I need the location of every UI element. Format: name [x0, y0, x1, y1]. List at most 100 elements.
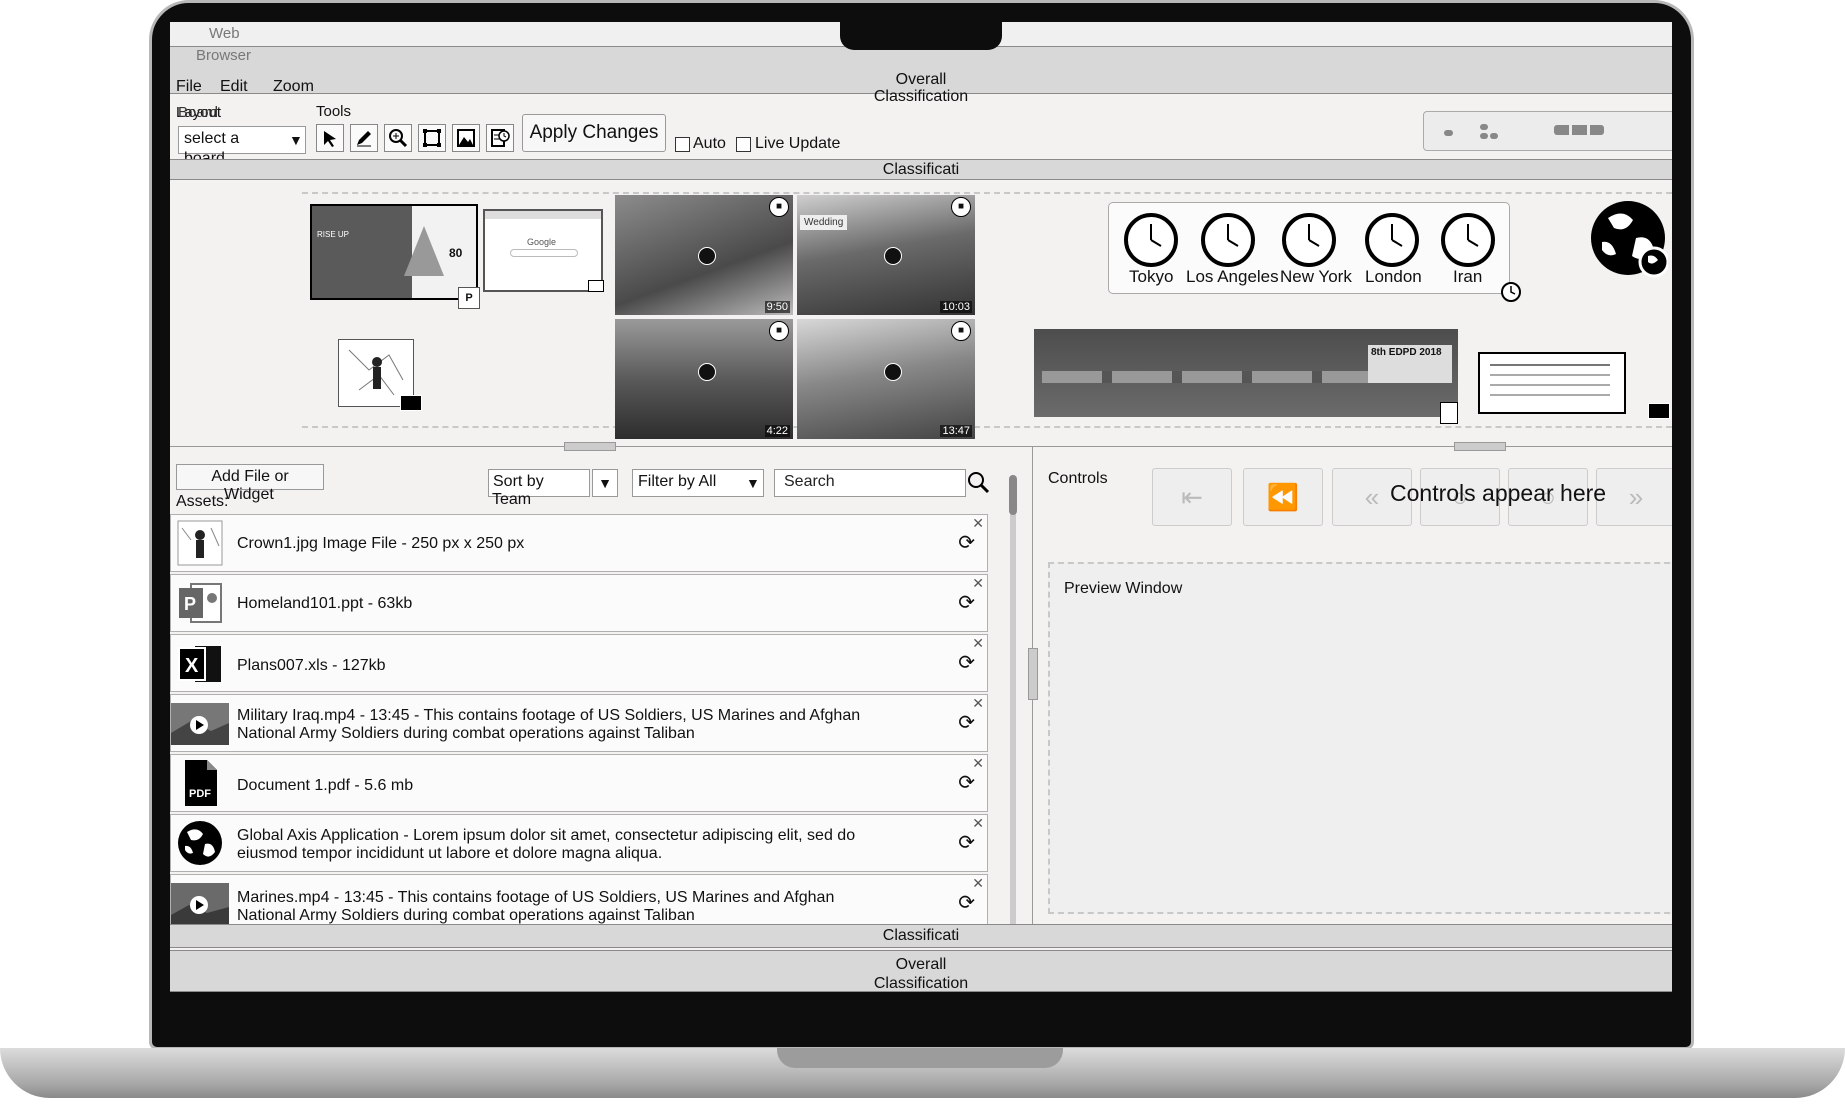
preview-window-label: Preview Window: [1064, 580, 1183, 597]
list-item-text: Crown1.jpg Image File - 250 px x 250 px: [237, 535, 525, 552]
timeline-title: 8th EDPD 2018: [1368, 345, 1452, 383]
asset-list-scrollbar[interactable]: [1008, 470, 1018, 946]
laptop-groove: [777, 1048, 1063, 1068]
close-icon[interactable]: ✕: [972, 635, 984, 652]
list-item-text: Document 1.pdf - 5.6 mb: [237, 777, 414, 794]
top-classification-banner: Overall Classification: [170, 46, 1672, 105]
crop-tool-icon[interactable]: [418, 124, 446, 152]
sort-select-value-line2: Team: [492, 491, 532, 508]
list-item[interactable]: Crown1.jpg Image File - 250 px x 250 px …: [170, 514, 988, 572]
filter-select[interactable]: Filter by All ▼: [632, 469, 764, 497]
live-update-checkbox[interactable]: [736, 137, 751, 152]
thumb-value: 80: [449, 246, 463, 260]
image-tool-icon[interactable]: [452, 124, 480, 152]
classification-top-line2: Classification: [873, 88, 969, 105]
tools-label: Tools: [316, 103, 352, 120]
browser-thumb-text: Google: [527, 237, 557, 247]
close-icon[interactable]: ✕: [972, 755, 984, 772]
vertical-splitter-handle[interactable]: [1028, 648, 1038, 700]
asset-list[interactable]: Crown1.jpg Image File - 250 px x 250 px …: [170, 514, 992, 946]
timeline-slide-thumb[interactable]: 8th EDPD 2018: [1034, 329, 1458, 417]
clock-label-tokyo: Tokyo: [1129, 267, 1174, 286]
close-icon[interactable]: ✕: [972, 515, 984, 532]
search-input[interactable]: Search: [774, 469, 966, 497]
video-thumb-3[interactable]: ■ 4:22: [615, 319, 793, 439]
classification-top-line1: Overall: [895, 71, 947, 88]
auto-checkbox[interactable]: [675, 137, 690, 152]
pen-tool-icon[interactable]: [350, 124, 378, 152]
close-icon[interactable]: ✕: [972, 875, 984, 892]
close-icon[interactable]: ✕: [972, 815, 984, 832]
pointer-tool-icon[interactable]: [316, 124, 344, 152]
powerpoint-badge-icon: P: [458, 287, 480, 309]
video-thumb-1[interactable]: ■ 9:50: [615, 195, 793, 315]
next-button[interactable]: »: [1596, 468, 1672, 526]
schedule-tool-icon[interactable]: [486, 124, 514, 152]
menu-edit[interactable]: Edit: [220, 78, 248, 96]
document-badge-icon: [1440, 402, 1458, 424]
thumb-title: RISE UP: [317, 230, 350, 239]
refresh-icon[interactable]: ⟳: [958, 590, 975, 615]
clock-label-los-angeles: Los Angeles: [1186, 267, 1279, 286]
board-label: Board: [178, 104, 219, 121]
sort-dropdown-arrow-icon[interactable]: ▼: [592, 469, 618, 497]
scrollbar-thumb[interactable]: [1009, 475, 1017, 515]
video-thumb-4[interactable]: ■ 13:47: [797, 319, 975, 439]
dropdown-arrow-icon: ▼: [289, 132, 303, 148]
list-item[interactable]: Military Iraq.mp4 - 13:45 - This contain…: [170, 694, 988, 752]
splitter-handle-left[interactable]: [564, 442, 616, 451]
skip-to-start-button[interactable]: ⇤: [1152, 468, 1232, 526]
rewind-button[interactable]: ⏪: [1243, 468, 1323, 526]
browser-thumb[interactable]: Google: [483, 209, 603, 292]
play-icon[interactable]: [884, 363, 902, 381]
list-item-text: Military Iraq.mp4 - 13:45 - This contain…: [237, 707, 861, 724]
camera-icon: ■: [769, 321, 789, 341]
refresh-icon[interactable]: ⟳: [958, 650, 975, 675]
clock-label-new-york: New York: [1280, 267, 1352, 286]
live-update-label: Live Update: [755, 135, 841, 152]
clock-tokyo-icon: [1124, 213, 1178, 267]
layout-row-icon[interactable]: [1554, 125, 1604, 135]
refresh-icon[interactable]: ⟳: [958, 770, 975, 795]
layout-3-icon[interactable]: [1480, 124, 1488, 130]
image-badge-icon: [1648, 403, 1670, 419]
close-icon[interactable]: ✕: [972, 695, 984, 712]
menu-file[interactable]: File: [176, 78, 202, 96]
svg-text:X: X: [185, 655, 199, 677]
list-item[interactable]: PDF Document 1.pdf - 5.6 mb ⟳ ✕: [170, 754, 988, 812]
presentation-thumb[interactable]: RISE UP 80: [310, 204, 478, 300]
refresh-icon[interactable]: ⟳: [958, 710, 975, 735]
refresh-icon[interactable]: ⟳: [958, 530, 975, 555]
menu-zoom[interactable]: Zoom: [273, 78, 314, 96]
play-icon[interactable]: [698, 363, 716, 381]
clock-label-iran: Iran: [1453, 267, 1483, 286]
list-item-text-line2: National Army Soldiers during combat ope…: [237, 725, 695, 742]
clock-label-london: London: [1365, 267, 1422, 286]
list-item[interactable]: P Homeland101.ppt - 63kb ⟳ ✕: [170, 574, 988, 632]
refresh-icon[interactable]: ⟳: [958, 830, 975, 855]
layout-switcher[interactable]: [1423, 111, 1672, 151]
list-item-text-line2: National Army Soldiers during combat ope…: [237, 907, 695, 924]
list-item[interactable]: X Plans007.xls - 127kb ⟳ ✕: [170, 634, 988, 692]
list-item[interactable]: Global Axis Application - Lorem ipsum do…: [170, 814, 988, 872]
search-icon[interactable]: [965, 469, 991, 495]
diagram-thumb[interactable]: [1478, 352, 1626, 414]
video-thumb-2[interactable]: Wedding ■ 10:03: [797, 195, 975, 315]
video-thumb-icon: [171, 701, 229, 747]
zoom-tool-icon[interactable]: [384, 124, 412, 152]
horizontal-splitter[interactable]: [170, 446, 1672, 447]
preview-window[interactable]: [1048, 562, 1672, 914]
globe-widget-icon[interactable]: [1588, 198, 1668, 278]
video-thumb-icon: [171, 881, 229, 927]
section-classification-banner: Classificati: [170, 159, 1672, 180]
filter-select-value: Filter by All: [638, 473, 717, 490]
layout-1-icon[interactable]: [1444, 130, 1453, 136]
refresh-icon[interactable]: ⟳: [958, 890, 975, 915]
board-select-value: select a: [184, 130, 240, 147]
play-icon[interactable]: [884, 247, 902, 265]
apply-changes-button[interactable]: Apply Changes: [522, 114, 666, 152]
list-item-text-line2: eiusmod tempor incididunt ut labore et d…: [237, 845, 663, 862]
close-icon[interactable]: ✕: [972, 575, 984, 592]
play-icon[interactable]: [698, 247, 716, 265]
splitter-handle-right[interactable]: [1454, 442, 1506, 451]
